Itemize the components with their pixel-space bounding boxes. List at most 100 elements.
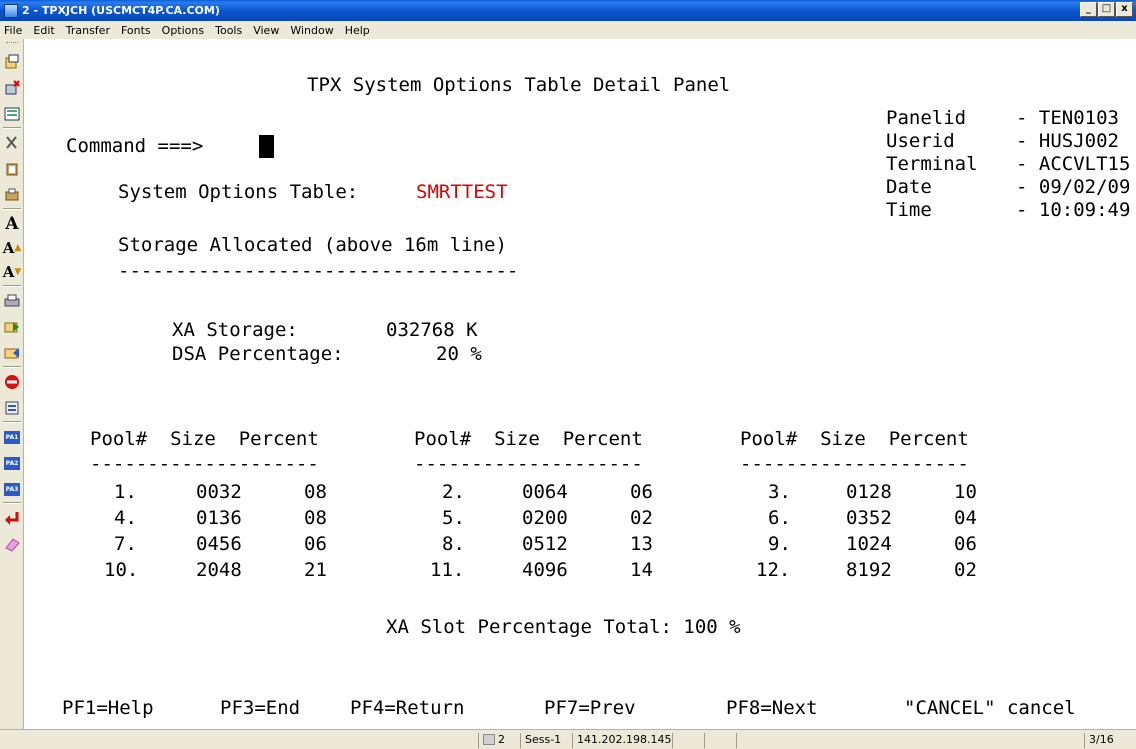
panelid-label: Panelid — [886, 107, 967, 129]
storage-rule: ----------------------------------- — [118, 260, 519, 282]
pool-size: 0352 — [846, 507, 892, 529]
properties-icon[interactable] — [3, 399, 21, 417]
pool-percent: 06 — [954, 533, 977, 555]
session-name: Sess-1 — [520, 733, 570, 748]
cursor-position: 3/16 — [1084, 733, 1124, 748]
pf3-key[interactable]: PF3=End — [220, 697, 300, 719]
pool-size: 4096 — [522, 559, 568, 581]
pool-number: 3. — [768, 481, 791, 503]
cancel-key[interactable]: "CANCEL" cancel — [904, 697, 1076, 719]
font-decrease-icon[interactable]: A ▼ — [2, 263, 22, 281]
dsa-percentage-value: 20 % — [436, 343, 482, 365]
options-table-label: System Options Table: — [118, 181, 359, 203]
pool-size: 0136 — [196, 507, 242, 529]
menu-transfer[interactable]: Transfer — [66, 24, 110, 37]
dsa-percentage-label: DSA Percentage: — [172, 343, 344, 365]
pool-rule-3: -------------------- — [740, 453, 969, 475]
pool-percent: 21 — [304, 559, 327, 581]
pool-size: 0032 — [196, 481, 242, 503]
pool-number: 5. — [442, 507, 465, 529]
options-table-name: SMRTTEST — [416, 181, 508, 203]
menu-help[interactable]: Help — [345, 24, 370, 37]
pf7-key[interactable]: PF7=Prev — [544, 697, 636, 719]
pa2-icon[interactable]: PA2 — [3, 454, 21, 472]
font-a-icon[interactable]: A — [3, 214, 21, 234]
session-icon — [483, 734, 495, 745]
pool-percent: 10 — [954, 481, 977, 503]
eraser-icon[interactable] — [3, 535, 21, 553]
pool-header-2: Pool# Size Percent — [414, 428, 643, 450]
print-icon[interactable] — [3, 292, 21, 310]
app-icon — [4, 3, 18, 18]
pool-rule-1: -------------------- — [90, 453, 319, 475]
pool-header-1: Pool# Size Percent — [90, 428, 319, 450]
send-icon[interactable] — [3, 318, 21, 336]
pool-number: 2. — [442, 481, 465, 503]
terminal-screen[interactable]: TPX System Options Table Detail Panel Pa… — [24, 39, 1136, 729]
pool-size: 0064 — [522, 481, 568, 503]
receive-icon[interactable] — [3, 344, 21, 362]
pool-percent: 08 — [304, 507, 327, 529]
pool-percent: 08 — [304, 481, 327, 503]
copy-icon[interactable] — [3, 53, 21, 71]
userid-value: - HUSJ002 — [1016, 130, 1119, 152]
stop-icon[interactable] — [3, 373, 21, 391]
pf8-key[interactable]: PF8=Next — [726, 697, 818, 719]
print-screen-icon[interactable] — [3, 186, 21, 204]
pa3-label: PA3 — [4, 482, 20, 496]
pool-percent: 06 — [304, 533, 327, 555]
pool-size: 8192 — [846, 559, 892, 581]
clipboard-icon[interactable] — [3, 160, 21, 178]
menu-edit[interactable]: Edit — [33, 24, 54, 37]
pool-percent: 02 — [954, 559, 977, 581]
status-bar: 2 Sess-1 141.202.198.145 3/16 — [0, 729, 1136, 749]
paste-icon[interactable] — [3, 79, 21, 97]
xa-storage-value: 032768 K — [386, 319, 478, 341]
pa1-icon[interactable]: PA1 — [3, 428, 21, 446]
time-label: Time — [886, 199, 932, 221]
pf1-key[interactable]: PF1=Help — [62, 697, 154, 719]
pf4-key[interactable]: PF4=Return — [350, 697, 464, 719]
font-increase-label: A — [2, 239, 15, 257]
pa2-label: PA2 — [4, 456, 20, 470]
font-increase-icon[interactable]: A ▲ — [2, 239, 22, 257]
session-number: 2 — [478, 733, 518, 748]
cut-icon[interactable] — [3, 134, 21, 152]
pool-header-3: Pool# Size Percent — [740, 428, 969, 450]
session-number-value: 2 — [498, 733, 505, 746]
pool-percent: 13 — [630, 533, 653, 555]
font-decrease-label: A — [2, 263, 15, 281]
title-bar: 2 - TPXJCH (USCMCT4P.CA.COM) _ □ x — [0, 0, 1136, 21]
left-toolbar: A A ▲ A ▼ PA1 PA2 PA3 — [0, 39, 24, 729]
pool-number: 6. — [768, 507, 791, 529]
menu-options[interactable]: Options — [162, 24, 204, 37]
host-ip: 141.202.198.145 — [572, 733, 671, 748]
menu-file[interactable]: File — [4, 24, 22, 37]
status-empty-2 — [704, 733, 734, 748]
select-icon[interactable] — [3, 105, 21, 123]
pool-number: 11. — [430, 559, 465, 581]
close-button[interactable]: x — [1116, 2, 1133, 17]
storage-heading: Storage Allocated (above 16m line) — [118, 234, 507, 256]
minimize-button[interactable]: _ — [1080, 2, 1097, 17]
toolbar-grip[interactable] — [6, 42, 18, 46]
menu-fonts[interactable]: Fonts — [121, 24, 151, 37]
status-empty-1 — [672, 733, 702, 748]
pa3-icon[interactable]: PA3 — [3, 480, 21, 498]
userid-label: Userid — [886, 130, 955, 152]
terminal-value: - ACCVLT15 — [1016, 153, 1131, 175]
command-input[interactable] — [259, 135, 274, 158]
xa-storage-label: XA Storage: — [172, 319, 298, 341]
pool-size: 2048 — [196, 559, 242, 581]
terminal-label: Terminal — [886, 153, 978, 175]
menu-tools[interactable]: Tools — [215, 24, 242, 37]
enter-icon[interactable] — [3, 509, 21, 527]
xa-slot-total: XA Slot Percentage Total: 100 % — [386, 616, 741, 638]
menu-view[interactable]: View — [253, 24, 279, 37]
command-label: Command ===> — [66, 135, 204, 157]
pool-rule-2: -------------------- — [414, 453, 643, 475]
panelid-value: - TEN0103 — [1016, 107, 1119, 129]
panel-title: TPX System Options Table Detail Panel — [307, 74, 731, 96]
menu-window[interactable]: Window — [290, 24, 333, 37]
maximize-button[interactable]: □ — [1098, 2, 1115, 17]
